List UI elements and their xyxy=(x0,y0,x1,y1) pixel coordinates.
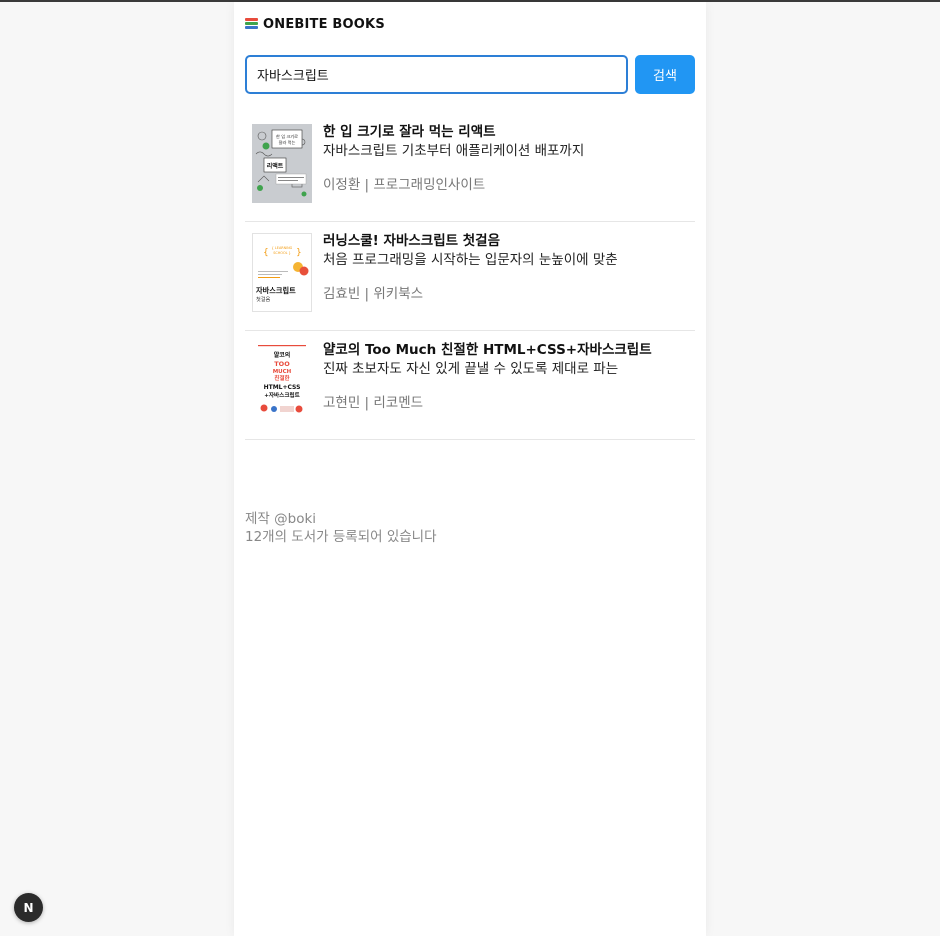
cover-text-line: { LEARNING xyxy=(272,246,293,250)
book-title: 얄코의 Too Much 친절한 HTML+CSS+자바스크립트 xyxy=(323,342,652,358)
books-stack-icon xyxy=(245,18,258,30)
cover-text-line: SCHOOL } xyxy=(273,251,291,255)
book-item[interactable]: { } { LEARNING SCHOOL } 자바스크립트 첫걸음 러닝스쿨!… xyxy=(245,222,695,331)
book-cover-image: { } { LEARNING SCHOOL } 자바스크립트 첫걸음 xyxy=(252,233,312,312)
book-author-publisher: 이정환 | 프로그래밍인사이트 xyxy=(323,177,486,193)
book-author-publisher: 고현민 | 리코멘드 xyxy=(323,395,424,411)
search-bar: 검색 xyxy=(245,55,695,94)
cover-text-line: HTML+CSS xyxy=(264,384,301,391)
svg-text:{: { xyxy=(263,248,269,258)
nextjs-logo-icon[interactable]: N xyxy=(14,893,43,922)
site-header[interactable]: ONEBITE BOOKS xyxy=(245,14,385,34)
footer-credit: 제작 @boki xyxy=(245,511,317,527)
cover-text-line: 첫걸음 xyxy=(256,295,271,303)
site-title: ONEBITE BOOKS xyxy=(263,16,385,32)
cover-text-line: 잘라 먹는 xyxy=(279,139,296,146)
cover-text-line: 얄코의 xyxy=(274,351,291,359)
book-list: 한 입 크기로 잘라 먹는 리액트 한 입 크기로 잘라 먹는 리액트 자바스크… xyxy=(245,113,695,440)
book-subtitle: 진짜 초보자도 자신 있게 끝낼 수 있도록 제대로 파는 xyxy=(323,361,619,377)
book-info: 한 입 크기로 잘라 먹는 리액트 자바스크립트 기초부터 애플리케이션 배포까… xyxy=(323,123,695,195)
book-cover-image: 한 입 크기로 잘라 먹는 리액트 xyxy=(252,124,312,203)
book-info: 얄코의 Too Much 친절한 HTML+CSS+자바스크립트 진짜 초보자도… xyxy=(323,341,695,413)
svg-text:}: } xyxy=(296,248,302,258)
book-title: 한 입 크기로 잘라 먹는 리액트 xyxy=(323,124,496,140)
search-button[interactable]: 검색 xyxy=(635,55,695,94)
cover-text-line: 한 입 크기로 xyxy=(276,133,298,140)
dev-badge-label: N xyxy=(23,900,34,915)
book-author-publisher: 김효빈 | 위키북스 xyxy=(323,286,424,302)
search-input[interactable] xyxy=(245,55,628,94)
book-info: 러닝스쿨! 자바스크립트 첫걸음 처음 프로그래밍을 시작하는 입문자의 눈높이… xyxy=(323,232,695,304)
cover-text-line: 리액트 xyxy=(267,162,284,170)
footer-book-count: 12개의 도서가 등록되어 있습니다 xyxy=(245,529,437,545)
book-subtitle: 처음 프로그래밍을 시작하는 입문자의 눈높이에 맞춘 xyxy=(323,252,618,268)
cover-text-line: 자바스크립트 xyxy=(256,286,296,295)
book-item[interactable]: 한 입 크기로 잘라 먹는 리액트 한 입 크기로 잘라 먹는 리액트 자바스크… xyxy=(245,113,695,222)
site-footer: 제작 @boki 12개의 도서가 등록되어 있습니다 xyxy=(245,510,437,546)
cover-text-line: 친절한 xyxy=(274,374,289,382)
book-title: 러닝스쿨! 자바스크립트 첫걸음 xyxy=(323,233,501,249)
book-cover-image: 얄코의 TOO MUCH 친절한 HTML+CSS +자바스크립트 xyxy=(252,342,312,421)
cover-text-line: TOO xyxy=(274,360,290,368)
cover-text-line: +자바스크립트 xyxy=(264,391,300,399)
cover-text-line: MUCH xyxy=(273,369,292,375)
book-item[interactable]: 얄코의 TOO MUCH 친절한 HTML+CSS +자바스크립트 얄코의 To… xyxy=(245,331,695,440)
page-container: ONEBITE BOOKS 검색 xyxy=(234,2,706,936)
book-subtitle: 자바스크립트 기초부터 애플리케이션 배포까지 xyxy=(323,143,585,159)
